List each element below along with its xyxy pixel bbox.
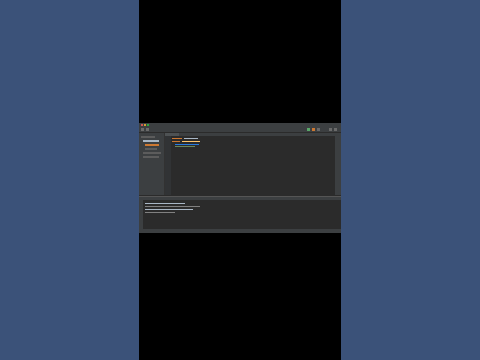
run-panel-toolbar	[139, 200, 143, 229]
console-line	[145, 212, 175, 213]
console-line	[145, 203, 185, 204]
video-frame	[139, 0, 341, 360]
debug-icon[interactable]	[312, 128, 315, 131]
maximize-icon[interactable]	[147, 124, 149, 126]
code-editor[interactable]	[165, 133, 335, 195]
tree-item[interactable]	[143, 156, 159, 158]
code-line	[172, 141, 180, 142]
left-background	[0, 0, 139, 360]
right-tool-strip	[335, 133, 341, 195]
ide-window	[139, 123, 341, 233]
run-panel-header	[139, 197, 341, 200]
editor-tabs	[165, 133, 335, 136]
console-line	[145, 209, 193, 210]
tab-main[interactable]	[165, 133, 179, 136]
code-line	[175, 144, 199, 145]
run-panel	[139, 196, 341, 229]
code-line	[182, 141, 200, 142]
file-icon[interactable]	[146, 128, 149, 131]
tree-item[interactable]	[143, 152, 161, 154]
right-background	[341, 0, 480, 360]
gear-icon[interactable]	[334, 128, 337, 131]
tree-item[interactable]	[143, 140, 159, 142]
line-gutter	[165, 133, 171, 195]
close-icon[interactable]	[141, 124, 143, 126]
run-icon[interactable]	[307, 128, 310, 131]
tree-item[interactable]	[145, 148, 157, 150]
search-icon[interactable]	[329, 128, 332, 131]
status-bar	[139, 229, 341, 233]
tree-item[interactable]	[145, 144, 159, 146]
stop-icon[interactable]	[317, 128, 320, 131]
code-line	[184, 138, 198, 139]
minimize-icon[interactable]	[144, 124, 146, 126]
code-line	[175, 146, 195, 147]
code-line	[172, 138, 182, 139]
project-icon[interactable]	[141, 128, 144, 131]
tab-secondary[interactable]	[180, 133, 194, 136]
console-line	[145, 206, 200, 207]
project-panel	[139, 133, 165, 195]
tree-item[interactable]	[141, 136, 155, 138]
